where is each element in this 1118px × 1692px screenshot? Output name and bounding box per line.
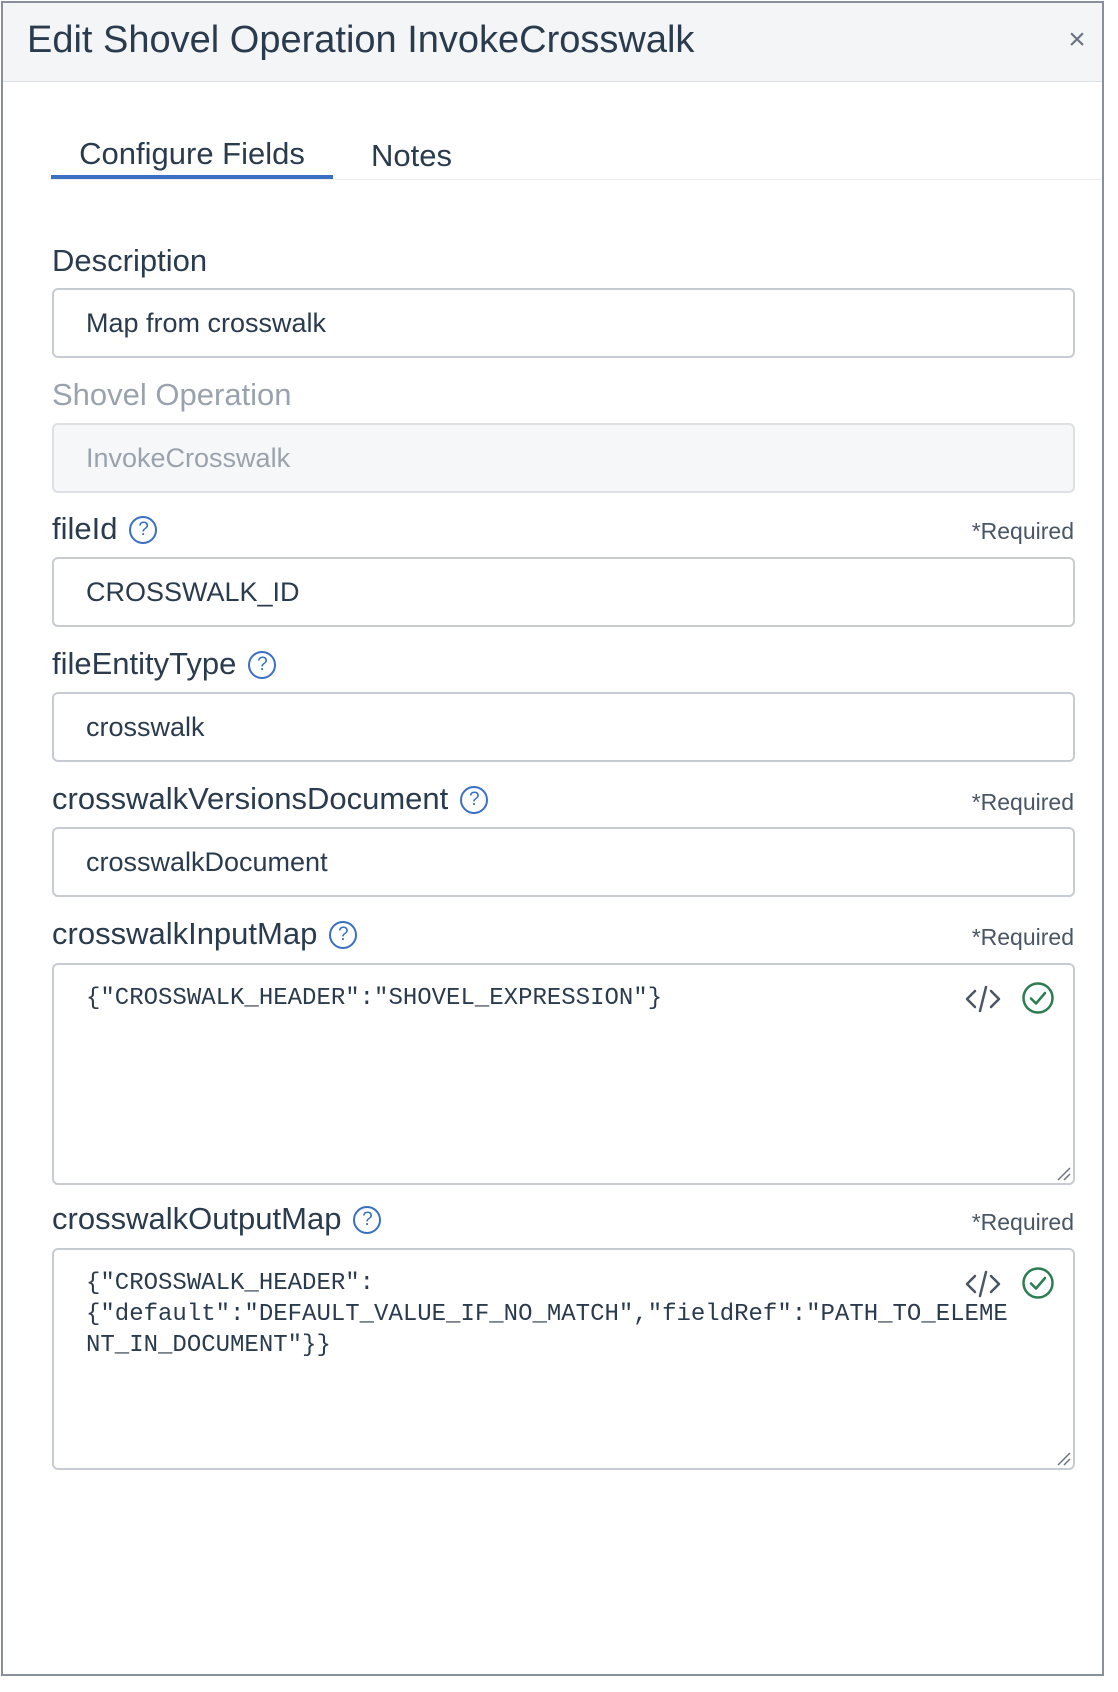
crosswalk-output-map-label-text: crosswalkOutputMap	[52, 1201, 342, 1236]
code-icon[interactable]	[965, 983, 1001, 1015]
file-entity-type-input[interactable]: crosswalk	[52, 692, 1075, 762]
crosswalk-output-map-label: crosswalkOutputMap?	[52, 1201, 382, 1237]
tab-notes[interactable]: Notes	[371, 121, 452, 179]
crosswalk-output-map-textarea[interactable]: {"CROSSWALK_HEADER": {"default":"DEFAULT…	[52, 1248, 1075, 1470]
description-label: Description	[52, 243, 208, 278]
required-indicator: *Required	[971, 789, 1074, 815]
crosswalk-input-map-value[interactable]: {"CROSSWALK_HEADER":"SHOVEL_EXPRESSION"}	[86, 983, 1021, 1014]
check-circle-icon	[1022, 1267, 1054, 1299]
edit-shovel-operation-dialog: Edit Shovel Operation InvokeCrosswalk × …	[1, 1, 1104, 1676]
crosswalk-input-map-label-text: crosswalkInputMap	[52, 916, 318, 951]
tab-label: Notes	[371, 138, 452, 173]
question-circle-icon[interactable]: ?	[353, 1206, 382, 1234]
required-indicator: *Required	[971, 518, 1074, 544]
check-circle-icon	[1022, 982, 1054, 1014]
description-input[interactable]: Map from crosswalk	[52, 288, 1075, 358]
code-icon[interactable]	[965, 1268, 1001, 1300]
close-icon[interactable]: ×	[1062, 25, 1092, 55]
crosswalk-input-map-label: crosswalkInputMap?	[52, 916, 358, 952]
file-id-label-text: fileId	[52, 511, 118, 546]
file-entity-type-label-text: fileEntityType	[52, 646, 237, 681]
file-id-label: fileId?	[52, 511, 158, 547]
file-id-input[interactable]: CROSSWALK_ID	[52, 557, 1075, 627]
crosswalk-versions-document-label: crosswalkVersionsDocument?	[52, 781, 489, 817]
tab-bar: Configure Fields Notes	[51, 121, 1102, 180]
question-circle-icon[interactable]: ?	[329, 921, 358, 949]
modal-title: Edit Shovel Operation InvokeCrosswalk	[27, 19, 695, 61]
tab-label: Configure Fields	[79, 136, 305, 171]
required-indicator: *Required	[971, 924, 1074, 950]
question-circle-icon[interactable]: ?	[248, 651, 277, 679]
crosswalk-input-map-textarea[interactable]: {"CROSSWALK_HEADER":"SHOVEL_EXPRESSION"}	[52, 963, 1075, 1185]
crosswalk-versions-document-input[interactable]: crosswalkDocument	[52, 827, 1075, 897]
question-circle-icon[interactable]: ?	[129, 516, 158, 544]
crosswalk-versions-document-label-text: crosswalkVersionsDocument	[52, 781, 449, 816]
tab-configure-fields[interactable]: Configure Fields	[51, 121, 333, 179]
crosswalk-output-map-value[interactable]: {"CROSSWALK_HEADER": {"default":"DEFAULT…	[86, 1268, 1021, 1361]
resize-handle[interactable]	[1055, 1165, 1071, 1181]
shovel-operation-input: InvokeCrosswalk	[52, 423, 1075, 493]
resize-handle[interactable]	[1055, 1450, 1071, 1466]
file-entity-type-label: fileEntityType?	[52, 646, 277, 682]
shovel-operation-label: Shovel Operation	[52, 377, 292, 412]
question-circle-icon[interactable]: ?	[460, 786, 489, 814]
modal-header: Edit Shovel Operation InvokeCrosswalk ×	[3, 3, 1102, 82]
required-indicator: *Required	[971, 1209, 1074, 1235]
